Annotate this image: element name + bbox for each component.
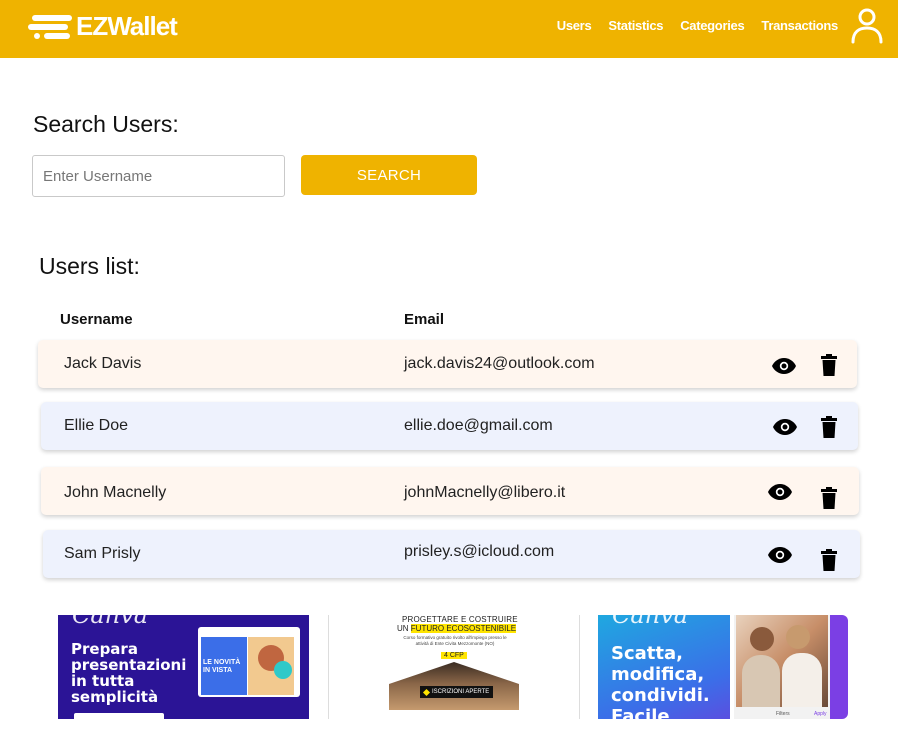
ad-eco-line1: PROGETTARE E COSTRUIRE [402, 615, 518, 624]
ad-headline: Prepara presentazioni in tutta semplicit… [71, 640, 187, 706]
nav-link-categories[interactable]: Categories [680, 18, 745, 33]
row-email: prisley.s@icloud.com [404, 543, 555, 560]
ad-canva-photo[interactable]: Canva Scatta, modifica, condividi. Facil… [598, 615, 848, 719]
delete-user-trash-icon[interactable] [821, 354, 837, 376]
ad-eco-line2-prefix: UN [397, 624, 411, 633]
ad-promo-badge: LE NOVITÀ IN VISTA [203, 659, 241, 674]
wallet-logo-icon [28, 12, 74, 42]
ad-canva-photo-image [736, 615, 828, 707]
search-button[interactable]: SEARCH [301, 155, 477, 195]
user-row: Ellie Doe ellie.doe@gmail.com [41, 402, 858, 450]
nav-link-statistics[interactable]: Statistics [608, 18, 663, 33]
row-email: jack.davis24@outlook.com [404, 355, 595, 372]
ad-canva-side-strip [830, 615, 848, 719]
ad-canva-filters-label: Filters [776, 711, 790, 717]
ad-eco-cta: ISCRIZIONI APERTE [420, 686, 494, 698]
username-search-input[interactable] [32, 155, 285, 197]
canva-logo: Canva [72, 615, 148, 629]
ad-promo-bar [74, 713, 164, 719]
nav-link-transactions[interactable]: Transactions [761, 18, 838, 33]
ad-eco-line2: UN FUTURO ECOSOSTENIBILE [397, 624, 517, 633]
user-row: Sam Prisly prisley.s@icloud.com [43, 530, 860, 578]
row-username: Sam Prisly [64, 545, 141, 562]
row-username: Ellie Doe [64, 417, 129, 434]
user-row: John Macnelly johnMacnelly@libero.it [41, 467, 859, 515]
view-user-eye-icon[interactable] [773, 419, 797, 435]
user-profile-icon[interactable] [851, 8, 883, 44]
ad-canva-presentations[interactable]: Canva Prepara presentazioni in tutta sem… [58, 615, 309, 719]
search-title: Search Users: [33, 111, 179, 137]
ad-eco-credits: 4 CFP [441, 652, 467, 659]
ad-canva-apply-label: Apply [814, 711, 827, 717]
ad-headline: Scatta, modifica, condividi. Facile [611, 643, 710, 719]
view-user-eye-icon[interactable] [768, 547, 792, 563]
nav-link-users[interactable]: Users [557, 18, 592, 33]
ad-canva-photo-card: Filters Apply [734, 615, 848, 719]
users-list-title: Users list: [39, 253, 140, 279]
row-email: johnMacnelly@libero.it [404, 484, 566, 501]
ad-eco-cta-label: ISCRIZIONI APERTE [432, 689, 490, 695]
column-header-email: Email [404, 311, 445, 328]
ad-promo-card: LE NOVITÀ IN VISTA [198, 627, 300, 697]
view-user-eye-icon[interactable] [768, 484, 792, 500]
delete-user-trash-icon[interactable] [821, 416, 837, 438]
canva-logo: Canva [612, 615, 688, 629]
delete-user-trash-icon[interactable] [821, 549, 837, 571]
nav-links: Users Statistics Categories Transactions [557, 18, 839, 33]
view-user-eye-icon[interactable] [772, 358, 796, 374]
ad-eco-cta-diamond-icon [422, 688, 431, 696]
brand-logo[interactable]: EZWallet [28, 11, 178, 42]
row-username: Jack Davis [64, 355, 142, 372]
ad-promo-photo [248, 637, 294, 695]
ad-eco-course[interactable]: PROGETTARE E COSTRUIRE UN FUTURO ECOSOST… [328, 615, 580, 719]
ad-eco-body: Corso formativo gratuito rivolto all'imp… [403, 635, 507, 646]
row-username: John Macnelly [64, 484, 167, 501]
delete-user-trash-icon[interactable] [821, 487, 837, 509]
column-header-username: Username [60, 311, 133, 328]
advertisement-strip: Canva Prepara presentazioni in tutta sem… [58, 615, 848, 719]
user-row: Jack Davis jack.davis24@outlook.com [38, 340, 857, 388]
top-nav-bar: EZWallet Users Statistics Categories Tra… [0, 0, 898, 58]
ad-eco-line2-highlight: FUTURO ECOSOSTENIBILE [410, 624, 517, 633]
row-email: ellie.doe@gmail.com [404, 417, 553, 434]
brand-name: EZWallet [76, 11, 178, 41]
